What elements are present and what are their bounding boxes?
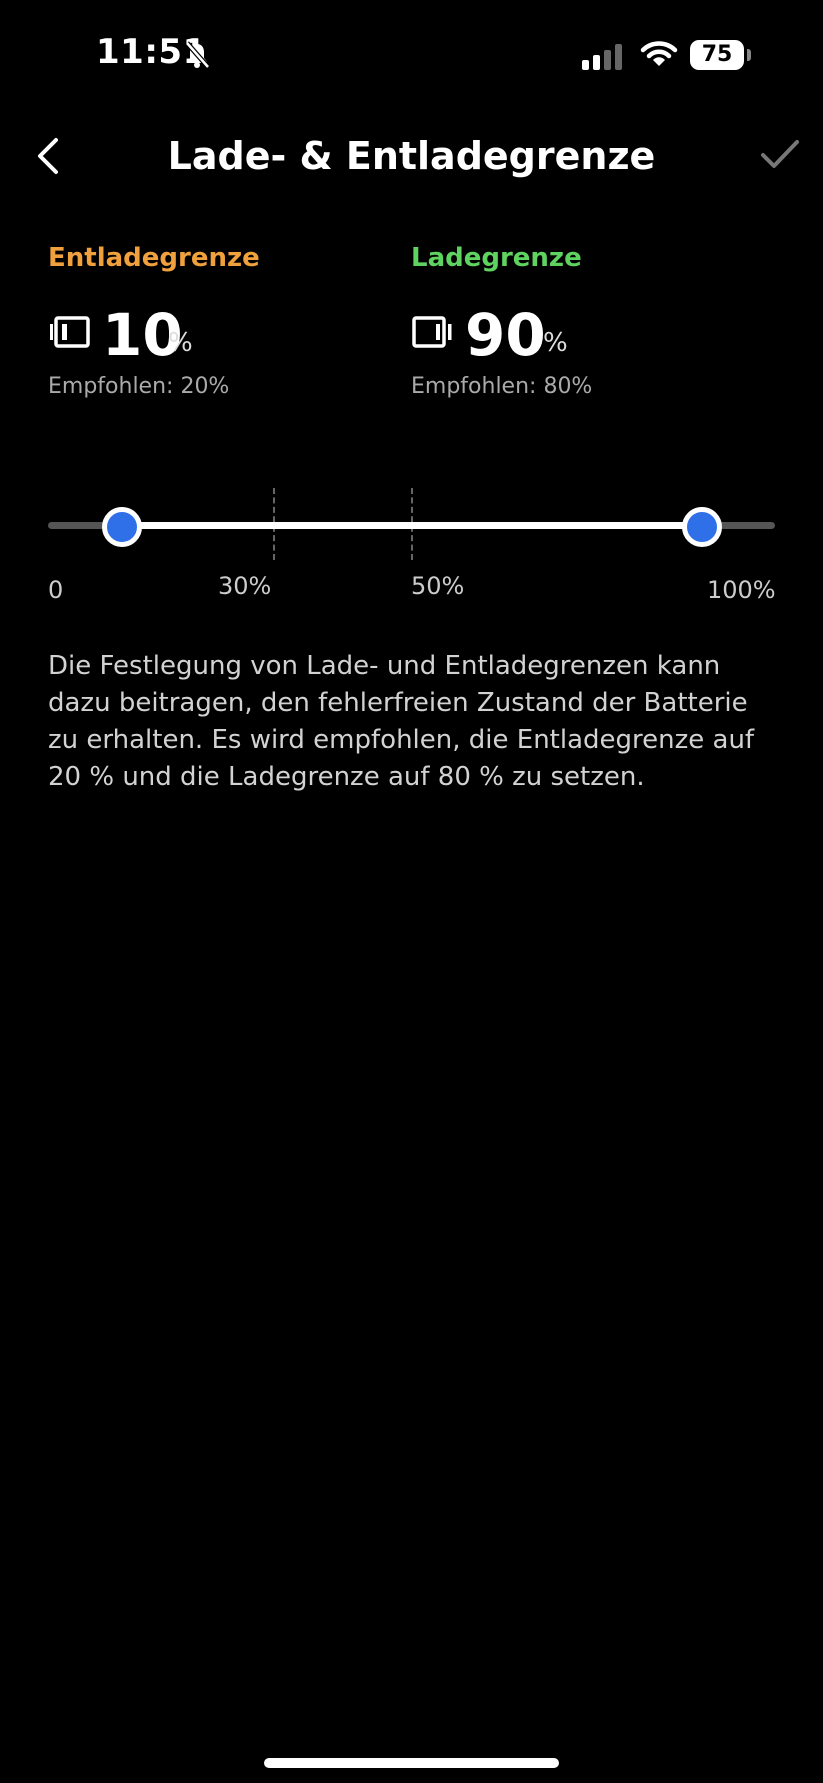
battery-tip <box>747 49 751 61</box>
discharge-limit-unit: % <box>168 328 193 358</box>
wifi-icon <box>640 40 678 72</box>
battery-charge-icon <box>411 314 457 354</box>
home-indicator[interactable] <box>264 1758 559 1768</box>
charge-recommendation: Empfohlen: 80% <box>411 374 593 399</box>
battery-discharge-icon <box>48 314 92 354</box>
charge-limit-label: Ladegrenze <box>411 243 582 273</box>
slider-thumb-charge[interactable] <box>682 507 723 547</box>
scale-label-50: 50% <box>411 572 465 600</box>
scale-label-30: 30% <box>218 572 272 600</box>
charge-limit-unit: % <box>543 328 568 358</box>
scale-label-min: 0 <box>48 576 64 604</box>
discharge-limit-label: Entladegrenze <box>48 243 260 273</box>
bell-slash-icon <box>182 40 212 74</box>
charge-limit-value: 90 <box>465 301 546 369</box>
battery-icon: 75 <box>690 40 744 70</box>
page-title: Lade- & Entladegrenze <box>167 134 656 178</box>
signal-icon <box>582 44 626 74</box>
slider-selected-range <box>120 522 703 529</box>
confirm-button[interactable] <box>760 138 800 174</box>
checkmark-icon <box>761 140 799 168</box>
description-text: Die Festlegung von Lade- und Entladegren… <box>48 651 755 792</box>
discharge-recommendation: Empfohlen: 20% <box>48 374 230 399</box>
scale-label-max: 100% <box>707 576 776 604</box>
slider-thumb-discharge[interactable] <box>101 507 142 547</box>
